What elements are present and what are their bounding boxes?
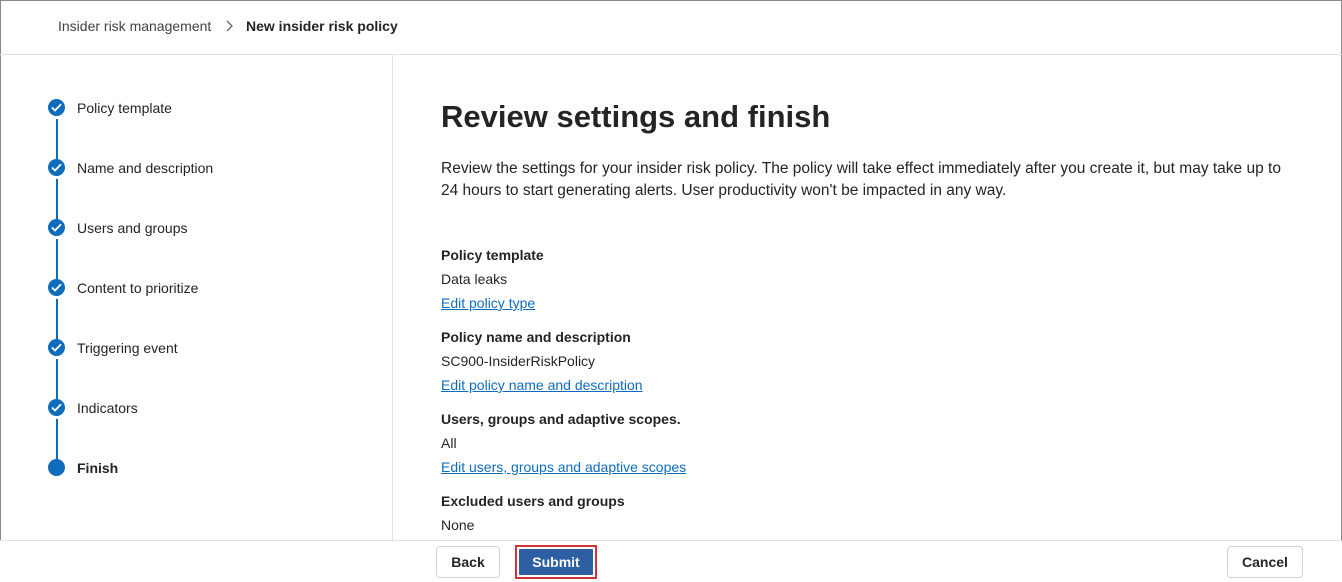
checkmark-circle-icon xyxy=(48,219,65,236)
header: Insider risk management New insider risk… xyxy=(0,0,1342,55)
section-heading: Users, groups and adaptive scopes. xyxy=(441,411,681,427)
footer: Back Submit Cancel xyxy=(0,540,1342,582)
step-label: Indicators xyxy=(77,400,138,416)
step-label: Finish xyxy=(77,460,119,476)
section-value: All xyxy=(441,435,457,451)
section-value: Data leaks xyxy=(441,271,508,287)
checkmark-circle-icon xyxy=(48,159,65,176)
section-value: None xyxy=(441,517,475,533)
checkmark-circle-icon xyxy=(48,279,65,296)
back-button[interactable]: Back xyxy=(436,546,500,578)
cancel-button[interactable]: Cancel xyxy=(1227,546,1303,578)
edit-policy-name-link[interactable]: Edit policy name and description xyxy=(441,376,643,394)
breadcrumb-root[interactable]: Insider risk management xyxy=(58,17,211,35)
section-heading: Policy name and description xyxy=(441,329,631,345)
wizard-steps: Policy template Name and description Use… xyxy=(0,55,393,540)
step-connector xyxy=(56,239,58,283)
edit-users-groups-link[interactable]: Edit users, groups and adaptive scopes xyxy=(441,458,686,476)
main-content: Review settings and finish Review the se… xyxy=(394,55,1340,540)
filled-circle-icon xyxy=(48,459,65,476)
breadcrumb-current: New insider risk policy xyxy=(246,18,398,34)
step-label: Triggering event xyxy=(77,340,178,356)
checkmark-circle-icon xyxy=(48,339,65,356)
step-label: Users and groups xyxy=(77,220,188,236)
page-title: Review settings and finish xyxy=(441,99,831,134)
submit-button[interactable]: Submit xyxy=(519,549,593,575)
step-connector xyxy=(56,359,58,403)
step-label: Content to prioritize xyxy=(77,280,199,296)
page-description: Review the settings for your insider ris… xyxy=(441,160,1281,199)
section-heading: Policy template xyxy=(441,247,544,263)
step-label: Policy template xyxy=(77,100,172,116)
edit-policy-type-link[interactable]: Edit policy type xyxy=(441,294,535,312)
checkmark-circle-icon xyxy=(48,99,65,116)
section-value: SC900-InsiderRiskPolicy xyxy=(441,353,596,369)
step-label: Name and description xyxy=(77,160,214,176)
chevron-right-icon xyxy=(226,20,233,32)
step-connector xyxy=(56,419,58,463)
submit-highlight: Submit xyxy=(515,545,597,579)
step-connector xyxy=(56,299,58,343)
step-connector xyxy=(56,179,58,223)
checkmark-circle-icon xyxy=(48,399,65,416)
section-heading: Excluded users and groups xyxy=(441,493,625,509)
step-connector xyxy=(56,119,58,163)
